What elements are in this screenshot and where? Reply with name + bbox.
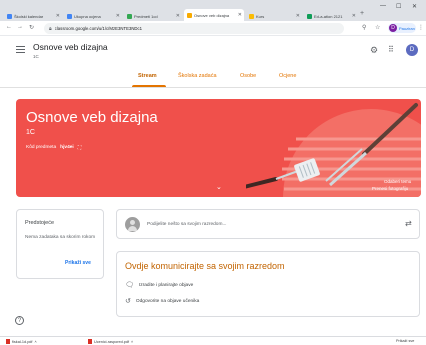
tab-grades[interactable]: Ocjene xyxy=(279,73,296,79)
zoom-icon[interactable]: ⚲ xyxy=(362,24,366,31)
url-text: classroom.google.com/u/1/c/MzE3NTE3NDc1 xyxy=(54,26,143,31)
select-theme-link[interactable]: Odaberi temu xyxy=(384,179,411,184)
downloads-bar: fiskal-1d.pdf ˄ Ucenici-raspored.pdf ˄ P… xyxy=(0,336,426,345)
banner-course-title: Osnove veb dizajna xyxy=(26,109,158,126)
list-item: ↺ Odgovorite na objave učenika xyxy=(125,298,200,305)
chevron-down-icon[interactable]: ⌄ xyxy=(216,183,222,191)
chat-bubble-icon: 🗨︎ xyxy=(125,282,134,289)
view-all-button[interactable]: Prikaži sve xyxy=(65,260,91,266)
classroom-favicon-icon xyxy=(67,13,72,19)
maximize-icon[interactable]: ☐ xyxy=(396,3,401,10)
pdf-file-icon xyxy=(88,339,92,344)
back-arrow-icon[interactable]: ← xyxy=(6,24,12,30)
minimize-icon[interactable]: — xyxy=(380,3,386,9)
tab-stream[interactable]: Stream xyxy=(138,73,157,79)
avatar[interactable]: D xyxy=(406,44,418,56)
address-bar-row: ← → ↻ 🔒︎ classroom.google.com/u/1/c/MzE3… xyxy=(0,21,426,36)
new-tab-button[interactable]: + xyxy=(360,10,364,17)
classroom-favicon-icon xyxy=(187,12,192,18)
communicate-title: Ovdje komunicirajte sa svojim razredom xyxy=(125,261,285,271)
user-avatar-icon xyxy=(125,217,140,232)
close-icon[interactable]: ✕ xyxy=(352,13,358,19)
classroom-favicon-icon xyxy=(7,13,12,19)
show-all-downloads-button[interactable]: Prikaži sve xyxy=(396,339,414,343)
close-icon[interactable]: ✕ xyxy=(176,13,182,19)
active-tab-indicator xyxy=(132,85,166,87)
sheets-favicon-icon xyxy=(127,13,132,19)
chevron-up-icon[interactable]: ˄ xyxy=(34,340,36,344)
browser-tab-1[interactable]: Školski kalendar ✕ xyxy=(4,11,62,21)
omnibox[interactable]: 🔒︎ classroom.google.com/u/1/c/MzE3NTE3ND… xyxy=(44,23,344,34)
browser-tab-4-active[interactable]: Osnove veb dizajna ✕ xyxy=(184,9,244,21)
browser-tab-3[interactable]: Predmeti 1cd ✕ xyxy=(124,11,182,21)
reply-icon: ↺ xyxy=(125,298,131,305)
repost-icon[interactable]: ⇄ xyxy=(405,219,412,228)
reload-icon[interactable]: ↻ xyxy=(29,24,34,31)
class-code-label: Kôd predmeta xyxy=(26,145,57,150)
course-nav-tabs: Stream Školska zadaća Osobe Ocjene xyxy=(0,66,426,88)
profile-avatar: D xyxy=(389,24,397,32)
tab-people[interactable]: Osobe xyxy=(240,73,256,79)
browser-menu-icon[interactable]: ⋮ xyxy=(418,24,424,31)
browser-tab-2[interactable]: Ukupna ocjena ✕ xyxy=(64,11,122,21)
settings-gear-icon[interactable]: ⚙ xyxy=(370,45,378,56)
browser-tab-5[interactable]: Kurs ✕ xyxy=(246,11,302,21)
close-icon[interactable]: ✕ xyxy=(56,13,62,19)
browser-tab-6[interactable]: Ed-a-ation 2121 ✕ xyxy=(304,11,358,21)
profile-name: Pauziran xyxy=(399,25,415,31)
classroom-header: Osnove veb dizajna 1C ⚙ ⠿ D xyxy=(0,36,426,66)
list-item: 🗨︎ Izradite i planirajte objave xyxy=(125,282,194,289)
chevron-up-icon[interactable]: ˄ xyxy=(131,340,133,344)
close-icon[interactable]: ✕ xyxy=(116,13,122,19)
browser-window: Školski kalendar ✕ Ukupna ocjena ✕ Predm… xyxy=(0,0,426,345)
profile-chip[interactable]: D Pauziran xyxy=(388,23,416,33)
forward-arrow-icon[interactable]: → xyxy=(17,24,23,30)
banner-section: 1C xyxy=(26,129,35,136)
lock-icon[interactable]: 🔒︎ xyxy=(49,26,52,32)
main-menu-icon[interactable] xyxy=(16,46,25,55)
course-banner: Osnove veb dizajna 1C Kôd predmeta hjv4e… xyxy=(16,99,421,197)
slides-favicon-icon xyxy=(249,13,254,19)
help-icon[interactable]: ? xyxy=(15,316,24,325)
close-icon[interactable]: ✕ xyxy=(238,12,244,18)
fullscreen-icon[interactable]: ⛶ xyxy=(78,145,82,151)
apps-grid-icon[interactable]: ⠿ xyxy=(388,45,394,54)
class-code-value[interactable]: hjv4ei xyxy=(60,145,74,151)
upload-photo-link[interactable]: Prenesi fotografiju xyxy=(372,186,408,191)
announcement-placeholder[interactable]: Podijelite nešto sa svojim razredom... xyxy=(147,222,226,227)
close-icon[interactable]: ✕ xyxy=(296,13,302,19)
window-close-icon[interactable]: ✕ xyxy=(412,3,417,10)
communicate-card: Ovdje komunicirajte sa svojim razredom 🗨… xyxy=(116,251,420,317)
bookmark-star-icon[interactable]: ☆ xyxy=(375,24,380,31)
announcement-composer[interactable]: Podijelite nešto sa svojim razredom... ⇄ xyxy=(116,209,420,239)
tab-classwork[interactable]: Školska zadaća xyxy=(178,73,217,79)
download-item[interactable]: fiskal-1d.pdf ˄ xyxy=(6,339,37,344)
tab-strip: Školski kalendar ✕ Ukupna ocjena ✕ Predm… xyxy=(0,0,426,21)
site-favicon-icon xyxy=(307,13,312,19)
class-code-row: Kôd predmeta hjv4ei ⛶ xyxy=(26,145,81,151)
upcoming-empty-text: Nema zadataka sa skorim rokom xyxy=(25,235,96,240)
page-title[interactable]: Osnove veb dizajna xyxy=(33,42,108,52)
course-section: 1C xyxy=(33,54,39,59)
download-item[interactable]: Ucenici-raspored.pdf ˄ xyxy=(88,339,133,344)
upcoming-title: Predstojeće xyxy=(25,220,55,226)
upcoming-card: Predstojeće Nema zadataka sa skorim roko… xyxy=(16,209,104,279)
pdf-file-icon xyxy=(6,339,10,344)
